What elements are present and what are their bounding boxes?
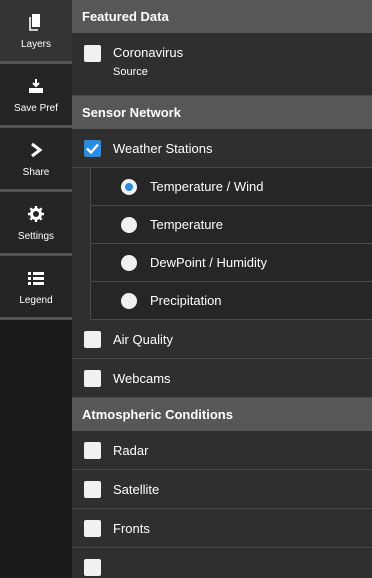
coronavirus-checkbox[interactable] (84, 45, 101, 62)
fronts-checkbox[interactable] (84, 519, 101, 537)
source-link[interactable]: Source (113, 66, 183, 78)
save-icon (28, 75, 44, 97)
dewpoint-humidity-radio[interactable] (121, 254, 137, 271)
layer-row-weather-stations[interactable]: Weather Stations (72, 129, 372, 168)
weather-option[interactable]: Temperature (91, 206, 372, 244)
layer-row-air-quality[interactable]: Air Quality (72, 320, 372, 359)
sidebar-item-label: Save Pref (14, 103, 58, 114)
option-label: DewPoint / Humidity (150, 255, 268, 270)
layer-row-coronavirus[interactable]: Coronavirus Source (72, 33, 372, 96)
precipitation-radio[interactable] (121, 292, 137, 309)
weather-stations-checkbox[interactable] (84, 139, 101, 157)
section-header-sensor: Sensor Network (72, 96, 372, 129)
option-label: Precipitation (150, 293, 222, 308)
temperature-wind-radio[interactable] (121, 178, 137, 195)
weather-option[interactable]: DewPoint / Humidity (91, 244, 372, 282)
option-label: Temperature (150, 217, 223, 232)
section-header-atmospheric: Atmospheric Conditions (72, 398, 372, 431)
sidebar-item-settings[interactable]: Settings (0, 192, 72, 256)
weather-option[interactable]: Temperature / Wind (91, 168, 372, 206)
partial-checkbox[interactable] (84, 558, 101, 576)
sidebar-item-label: Layers (20, 39, 51, 50)
fronts-label: Fronts (113, 520, 150, 536)
air-quality-label: Air Quality (113, 331, 173, 347)
share-icon (29, 139, 43, 161)
radar-label: Radar (113, 442, 149, 458)
radar-checkbox[interactable] (84, 441, 101, 459)
layer-row-partial[interactable] (72, 548, 372, 578)
weather-option[interactable]: Precipitation (91, 282, 372, 320)
legend-list-icon (28, 267, 44, 289)
layers-panel: Featured Data Coronavirus Source Sensor … (72, 0, 372, 578)
settings-gear-icon (28, 203, 44, 225)
coronavirus-text: Coronavirus Source (113, 45, 183, 78)
checkmark-icon (86, 143, 99, 154)
sidebar-item-layers[interactable]: Layers (0, 0, 72, 64)
sidebar-item-label: Legend (19, 295, 53, 306)
temperature-radio[interactable] (121, 216, 137, 233)
layer-row-radar[interactable]: Radar (72, 431, 372, 470)
weather-stations-suboptions: Temperature / Wind Temperature DewPoint … (90, 168, 372, 320)
sidebar-item-label: Settings (17, 231, 55, 242)
option-label: Temperature / Wind (150, 179, 264, 194)
section-header-featured: Featured Data (72, 0, 372, 33)
sidebar-item-legend[interactable]: Legend (0, 256, 72, 320)
layer-row-satellite[interactable]: Satellite (72, 470, 372, 509)
layers-icon (29, 11, 43, 33)
webcams-label: Webcams (113, 370, 171, 386)
webcams-checkbox[interactable] (84, 369, 101, 387)
sidebar-item-save-pref[interactable]: Save Pref (0, 64, 72, 128)
air-quality-checkbox[interactable] (84, 330, 101, 348)
sidebar: Layers Save Pref Share Settings Legend (0, 0, 72, 578)
layer-row-webcams[interactable]: Webcams (72, 359, 372, 398)
coronavirus-label: Coronavirus (113, 45, 184, 60)
satellite-label: Satellite (113, 481, 160, 497)
sidebar-item-share[interactable]: Share (0, 128, 72, 192)
sidebar-item-label: Share (22, 167, 50, 178)
layer-row-fronts[interactable]: Fronts (72, 509, 372, 548)
satellite-checkbox[interactable] (84, 480, 101, 498)
weather-stations-label: Weather Stations (113, 140, 213, 156)
